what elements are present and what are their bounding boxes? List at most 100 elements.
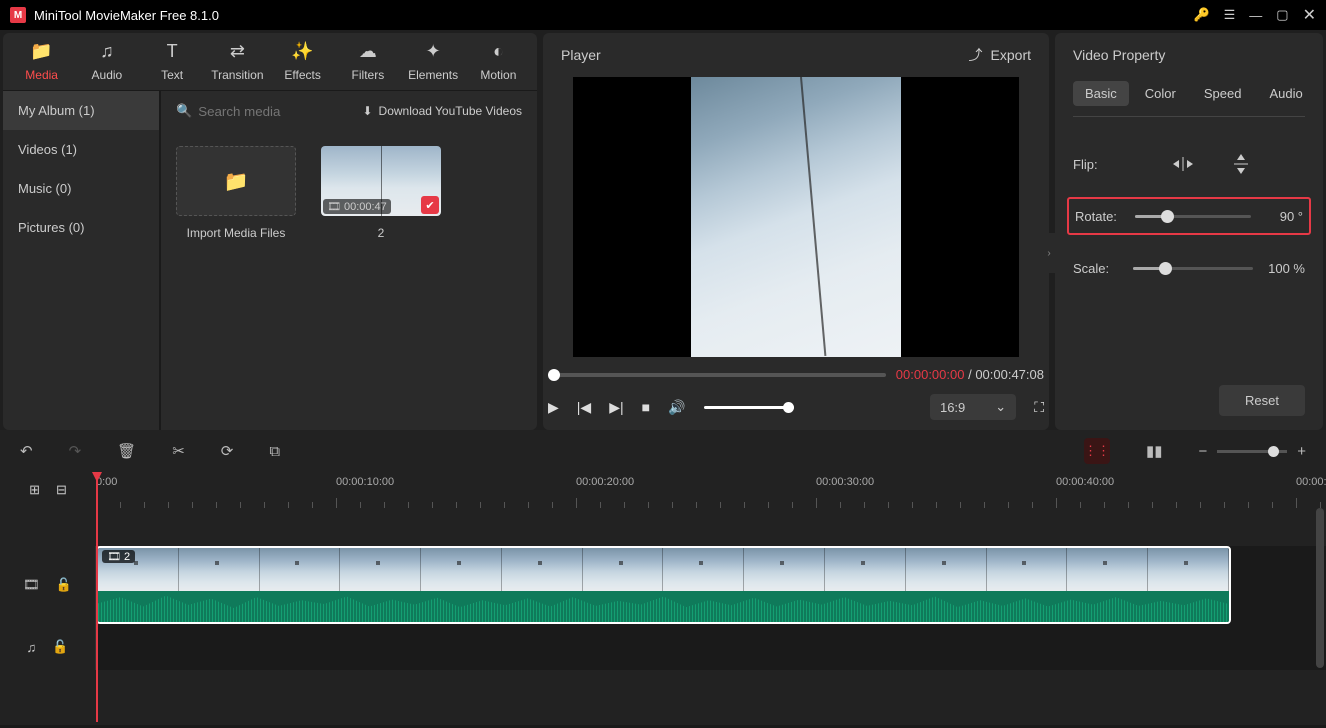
tab-transition-label: Transition: [211, 68, 263, 82]
timeline-toolbar: ↶ ↷ 🗑 ✂ ⟳ ⧉ ⋮⋮ ▮▮ − +: [0, 430, 1326, 472]
scale-value[interactable]: 100 %: [1263, 261, 1305, 276]
ruler-head: ⊞ ⊟: [0, 472, 96, 508]
tab-audio[interactable]: ♫ Audio: [78, 41, 135, 82]
tab-transition[interactable]: ⇄ Transition: [209, 41, 266, 82]
import-media-button[interactable]: 📁: [176, 146, 296, 216]
tab-text[interactable]: TText: [144, 41, 201, 82]
tab-effects-label: Effects: [284, 68, 320, 82]
crop-button[interactable]: ⧉: [269, 443, 280, 460]
prop-tab-basic[interactable]: Basic: [1073, 81, 1129, 106]
snap-button[interactable]: ⋮⋮: [1084, 438, 1110, 464]
media-clip-thumb[interactable]: 🎞00:00:47 ✔: [321, 146, 441, 216]
audio-icon: ♫: [100, 41, 114, 62]
preview-frame: [691, 77, 901, 357]
clip-check-icon: ✔: [421, 196, 439, 214]
clip-duration: 00:00:47: [344, 201, 387, 213]
export-icon: ⤴: [969, 45, 983, 65]
split-button[interactable]: ✂: [172, 442, 185, 460]
media-sidebar: My Album (1) Videos (1) Music (0) Pictur…: [3, 91, 161, 430]
video-track-head: 🎞 🔓: [0, 546, 96, 624]
sidebar-item-pictures[interactable]: Pictures (0): [3, 208, 159, 247]
scrub-slider[interactable]: [548, 373, 886, 377]
flip-vertical-button[interactable]: [1227, 154, 1255, 174]
tab-media[interactable]: 📁 Media: [13, 41, 70, 82]
undo-button[interactable]: ↶: [20, 442, 33, 460]
property-title: Video Property: [1073, 47, 1305, 63]
tab-motion[interactable]: ◐Motion: [470, 41, 527, 82]
zoom-in-button[interactable]: +: [1297, 443, 1306, 460]
lock-icon[interactable]: 🔓: [56, 577, 72, 593]
preview-area[interactable]: [573, 77, 1019, 357]
delete-button[interactable]: 🗑: [117, 442, 136, 460]
folder-icon: 📁: [30, 41, 52, 62]
minimize-button[interactable]: —: [1249, 8, 1262, 23]
search-input[interactable]: [198, 104, 318, 119]
tab-motion-label: Motion: [480, 68, 516, 82]
rotate-slider[interactable]: [1135, 215, 1251, 218]
ruler[interactable]: 0:0000:00:10:0000:00:20:0000:00:30:0000:…: [96, 472, 1326, 508]
rotate-value[interactable]: 90 °: [1261, 209, 1303, 224]
lock-icon[interactable]: 🔓: [52, 639, 68, 655]
reset-button[interactable]: Reset: [1219, 385, 1305, 416]
tab-media-label: Media: [25, 68, 58, 82]
audio-track-head: ♫ 🔓: [0, 624, 96, 670]
redo-button[interactable]: ↷: [69, 442, 82, 460]
player-title: Player: [561, 47, 601, 63]
export-button[interactable]: ⤴Export: [969, 45, 1031, 65]
close-button[interactable]: ✕: [1303, 5, 1316, 25]
sidebar-item-videos[interactable]: Videos (1): [3, 130, 159, 169]
key-icon[interactable]: 🔑: [1193, 7, 1209, 23]
scale-slider[interactable]: [1133, 267, 1253, 270]
tab-effects[interactable]: ✨ Effects: [274, 41, 331, 82]
add-track-button[interactable]: ⊞: [29, 482, 40, 498]
volume-icon[interactable]: 🔊: [668, 399, 685, 416]
scale-label: Scale:: [1073, 261, 1133, 276]
aspect-ratio-select[interactable]: 16:9 ⌄: [930, 394, 1016, 420]
timeline-vscroll[interactable]: [1316, 508, 1324, 668]
marker-button[interactable]: ▮▮: [1146, 442, 1163, 460]
speed-button[interactable]: ⟳: [221, 442, 234, 460]
film-icon: 🎞: [23, 577, 40, 593]
prev-frame-button[interactable]: |◀: [577, 399, 591, 416]
prop-tab-speed[interactable]: Speed: [1192, 81, 1254, 106]
time-display: 00:00:00:00 / 00:00:47:08: [896, 367, 1044, 382]
playhead[interactable]: [96, 472, 98, 722]
rotate-label: Rotate:: [1075, 209, 1135, 224]
zoom-out-button[interactable]: −: [1198, 443, 1207, 460]
sidebar-item-myalbum[interactable]: My Album (1): [3, 91, 159, 130]
chevron-down-icon: ⌄: [995, 399, 1006, 415]
aspect-value: 16:9: [940, 400, 965, 415]
search-icon: 🔍: [176, 103, 192, 119]
tab-audio-label: Audio: [92, 68, 123, 82]
prop-tab-audio[interactable]: Audio: [1257, 81, 1314, 106]
collapse-panel-button[interactable]: ›: [1043, 233, 1055, 273]
prop-tab-color[interactable]: Color: [1133, 81, 1188, 106]
timeline-clip[interactable]: 🎞2: [96, 546, 1231, 624]
timeline: ↶ ↷ 🗑 ✂ ⟳ ⧉ ⋮⋮ ▮▮ − + ⊞ ⊟ 0:0000:00:10:0…: [0, 430, 1326, 725]
tab-filters-label: Filters: [352, 68, 385, 82]
remove-track-button[interactable]: ⊟: [56, 482, 67, 498]
zoom-slider[interactable]: [1217, 450, 1287, 453]
transition-icon: ⇄: [230, 41, 245, 62]
volume-slider[interactable]: [704, 406, 794, 409]
download-youtube-label: Download YouTube Videos: [379, 104, 522, 118]
video-track[interactable]: 🎞2: [96, 546, 1326, 624]
tab-elements[interactable]: ✦Elements: [405, 41, 462, 82]
tab-filters[interactable]: ☁Filters: [339, 41, 396, 82]
stop-button[interactable]: ■: [642, 399, 650, 415]
maximize-button[interactable]: ▢: [1276, 7, 1288, 23]
flip-horizontal-button[interactable]: [1169, 154, 1197, 174]
app-logo: M: [10, 7, 26, 23]
title-bar: M MiniTool MovieMaker Free 8.1.0 🔑 ☰ — ▢…: [0, 0, 1326, 30]
tool-tabs: 📁 Media ♫ Audio TText ⇄ Transition ✨ Effects…: [3, 33, 537, 91]
timeline-clip-label: 2: [124, 551, 130, 563]
download-youtube-link[interactable]: ⬇Download YouTube Videos: [362, 104, 522, 118]
play-button[interactable]: ▶: [548, 399, 559, 416]
fullscreen-button[interactable]: ⛶: [1034, 399, 1044, 416]
next-frame-button[interactable]: ▶|: [609, 399, 623, 416]
film-icon: 🎞: [107, 550, 121, 563]
sidebar-item-music[interactable]: Music (0): [3, 169, 159, 208]
audio-track[interactable]: [96, 624, 1326, 670]
effects-icon: ✨: [291, 41, 313, 62]
menu-icon[interactable]: ☰: [1224, 7, 1236, 23]
